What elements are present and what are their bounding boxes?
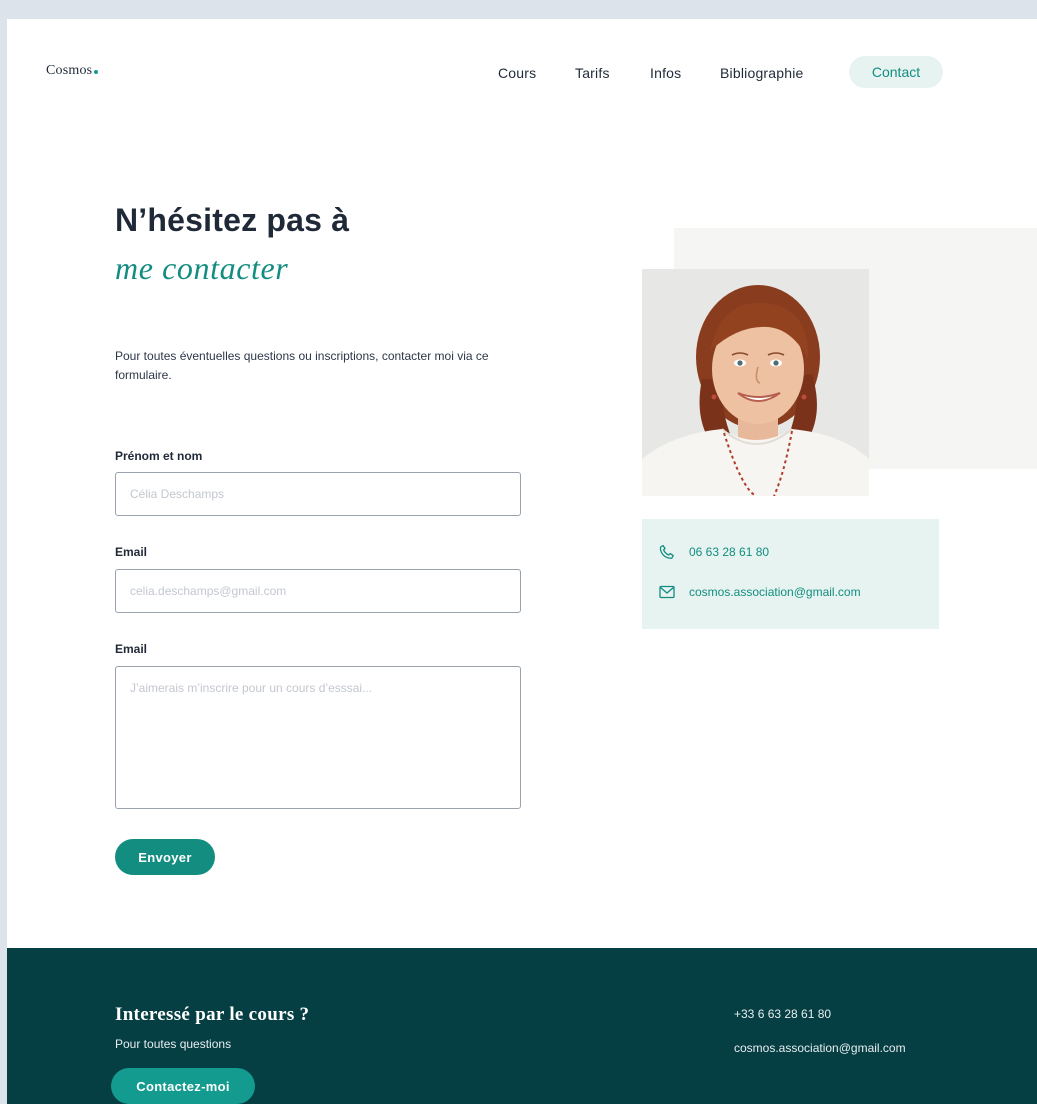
intro-text: Pour toutes éventuelles questions ou ins… xyxy=(115,349,489,382)
footer-subtitle: Pour toutes questions xyxy=(115,1037,232,1051)
message-label: Email xyxy=(115,642,148,656)
page-title-accent: me contacter xyxy=(115,250,289,286)
portrait-illustration xyxy=(642,269,869,496)
footer-title: Interessé par le cours ? xyxy=(115,1004,310,1025)
nav-item-infos[interactable]: Infos xyxy=(650,65,681,81)
nav-item-cours[interactable]: Cours xyxy=(498,65,536,81)
contact-email-text: cosmos.association@gmail.com xyxy=(689,585,861,599)
nav-item-tarifs[interactable]: Tarifs xyxy=(575,65,610,81)
email-input[interactable] xyxy=(115,569,521,613)
nav-item-bibliographie[interactable]: Bibliographie xyxy=(720,65,804,81)
name-label: Prénom et nom xyxy=(115,449,203,463)
page-title: N’hésitez pas à xyxy=(115,202,350,238)
page: Cosmos Cours Tarifs Infos Bibliographie … xyxy=(7,19,1037,1104)
portrait-photo xyxy=(642,269,869,496)
footer-email[interactable]: cosmos.association@gmail.com xyxy=(734,1041,906,1055)
footer: Interessé par le cours ? Pour toutes que… xyxy=(7,948,1037,1104)
phone-icon xyxy=(659,544,674,559)
nav-item-contact[interactable]: Contact xyxy=(849,56,943,88)
footer-phone[interactable]: +33 6 63 28 61 80 xyxy=(734,1007,831,1021)
email-label: Email xyxy=(115,545,148,559)
message-textarea[interactable] xyxy=(115,666,521,809)
contact-info-box: 06 63 28 61 80 cosmos.association@gmail.… xyxy=(642,519,939,629)
send-button[interactable]: Envoyer xyxy=(115,839,215,875)
name-input[interactable] xyxy=(115,472,521,516)
main-nav: Cours Tarifs Infos Bibliographie Contact xyxy=(7,56,1037,88)
contact-email[interactable]: cosmos.association@gmail.com xyxy=(659,585,861,599)
mail-icon xyxy=(659,585,675,599)
contact-phone[interactable]: 06 63 28 61 80 xyxy=(659,544,769,560)
contact-phone-text: 06 63 28 61 80 xyxy=(689,545,770,559)
contact-me-button[interactable]: Contactez-moi xyxy=(111,1068,255,1104)
